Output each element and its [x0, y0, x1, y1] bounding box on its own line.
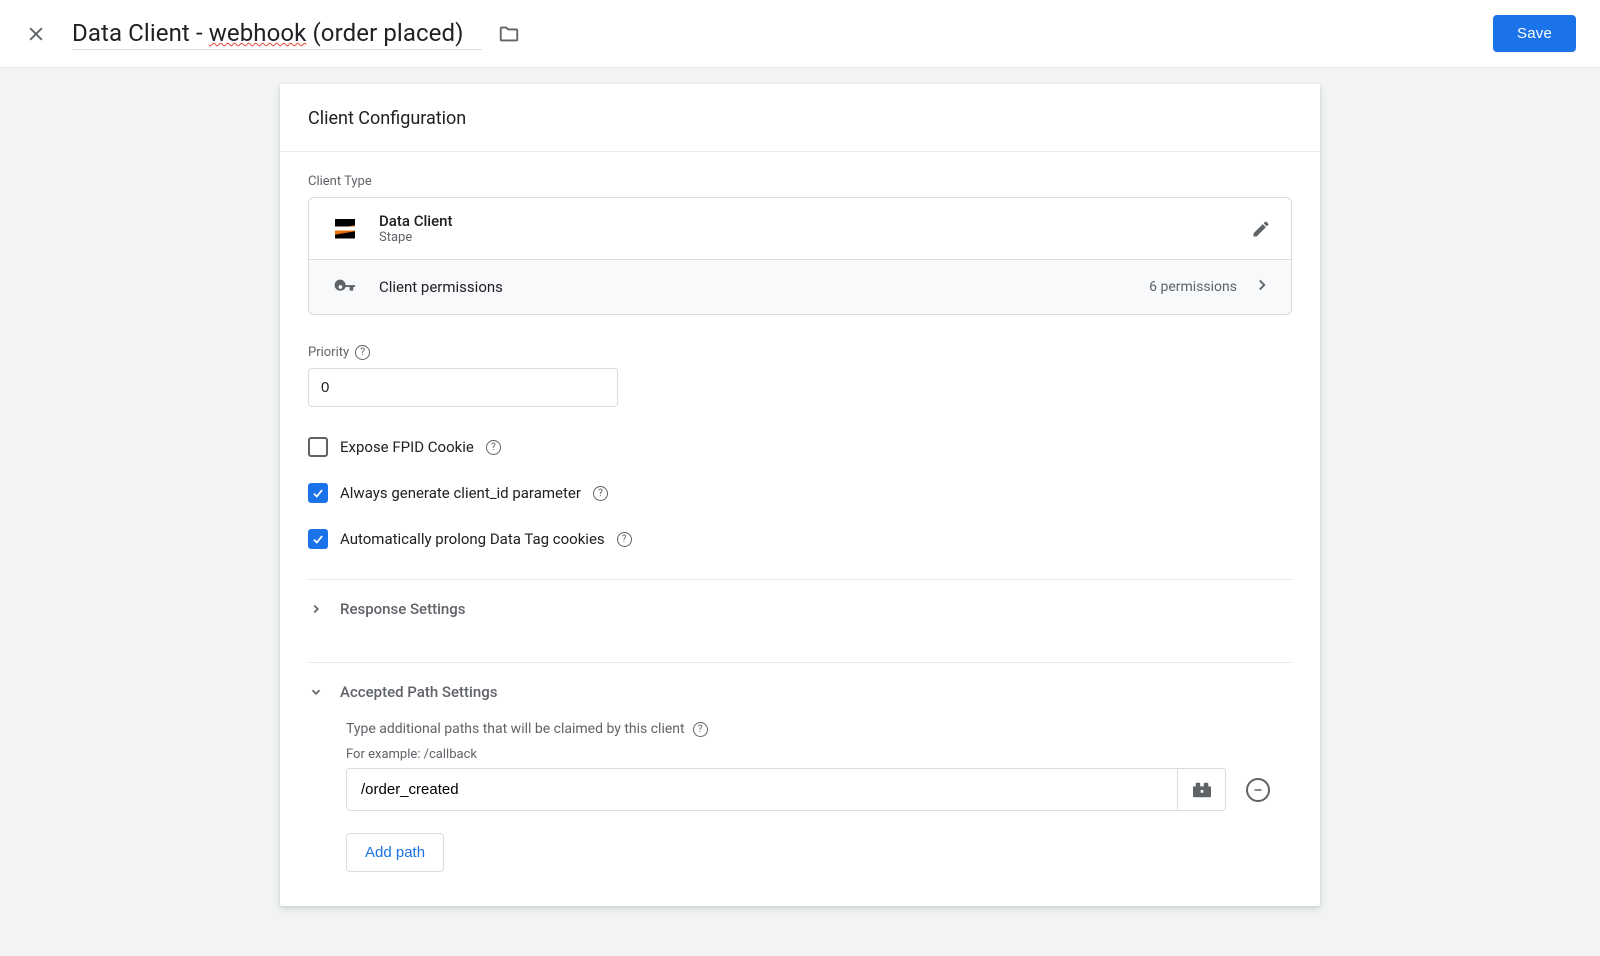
- card-body: Client Type Data Client Stape: [280, 152, 1320, 906]
- client-type-label: Client Type: [308, 174, 1292, 189]
- help-icon[interactable]: ?: [355, 345, 370, 360]
- permissions-row[interactable]: Client permissions 6 permissions: [309, 259, 1291, 314]
- save-button[interactable]: Save: [1493, 15, 1576, 52]
- priority-label-text: Priority: [308, 345, 349, 360]
- path-settings-toggle[interactable]: Accepted Path Settings: [308, 663, 1292, 721]
- checkbox-group: Expose FPID Cookie ? Always generate cli…: [308, 431, 1292, 555]
- help-icon[interactable]: ?: [486, 440, 501, 455]
- stape-icon: [329, 213, 361, 245]
- priority-input[interactable]: [308, 368, 618, 407]
- help-icon[interactable]: ?: [593, 486, 608, 501]
- title-prefix: Data Client -: [72, 19, 209, 47]
- checkbox-label-fpid: Expose FPID Cookie: [340, 438, 474, 456]
- path-input[interactable]: [347, 769, 1177, 810]
- permissions-label: Client permissions: [379, 278, 1149, 296]
- remove-path-button[interactable]: [1246, 778, 1270, 802]
- help-icon[interactable]: ?: [617, 532, 632, 547]
- path-field: [346, 768, 1226, 811]
- client-type-box: Data Client Stape Client permissions 6 p…: [308, 197, 1292, 315]
- paths-hint-row: Type additional paths that will be claim…: [346, 721, 1292, 737]
- checkbox-label-prolong: Automatically prolong Data Tag cookies: [340, 530, 605, 548]
- checkbox-row-prolong: Automatically prolong Data Tag cookies ?: [308, 523, 1292, 555]
- priority-label: Priority ?: [308, 345, 1292, 360]
- minus-icon: [1252, 784, 1264, 796]
- title-underlined: webhook: [209, 19, 307, 47]
- paths-body: Type additional paths that will be claim…: [308, 721, 1292, 876]
- variable-picker-button[interactable]: [1177, 769, 1225, 810]
- help-icon[interactable]: ?: [693, 722, 708, 737]
- title-input[interactable]: Data Client - webhook (order placed): [72, 17, 482, 50]
- checkbox-prolong[interactable]: [308, 529, 328, 549]
- pencil-icon[interactable]: [1251, 219, 1271, 239]
- chevron-down-icon: [308, 685, 324, 699]
- chevron-right-icon: [1253, 276, 1271, 298]
- key-icon: [329, 276, 361, 298]
- permissions-count: 6 permissions: [1149, 279, 1237, 295]
- add-path-button[interactable]: Add path: [346, 833, 444, 872]
- config-card: Client Configuration Client Type Data Cl…: [280, 84, 1320, 906]
- checkbox-row-fpid: Expose FPID Cookie ?: [308, 431, 1292, 463]
- priority-block: Priority ?: [308, 345, 1292, 407]
- checkbox-fpid[interactable]: [308, 437, 328, 457]
- path-settings-title: Accepted Path Settings: [340, 683, 497, 701]
- response-settings-toggle[interactable]: Response Settings: [308, 580, 1292, 638]
- path-row: [346, 768, 1292, 811]
- lego-icon: [1191, 781, 1213, 799]
- title-suffix: (order placed): [306, 19, 463, 47]
- close-icon: [26, 24, 46, 44]
- checkbox-label-clientid: Always generate client_id parameter: [340, 484, 581, 502]
- title-wrap: Data Client - webhook (order placed): [72, 17, 1493, 50]
- paths-example: For example: /callback: [346, 747, 1292, 762]
- checkbox-row-clientid: Always generate client_id parameter ?: [308, 477, 1292, 509]
- chevron-right-icon: [308, 602, 324, 616]
- response-settings-title: Response Settings: [340, 600, 465, 618]
- top-bar: Data Client - webhook (order placed) Sav…: [0, 0, 1600, 68]
- checkbox-clientid[interactable]: [308, 483, 328, 503]
- client-vendor: Stape: [379, 230, 1251, 245]
- client-name: Data Client: [379, 212, 1251, 230]
- client-type-row: Data Client Stape: [309, 198, 1291, 259]
- paths-hint: Type additional paths that will be claim…: [346, 721, 685, 737]
- folder-icon[interactable]: [498, 23, 520, 45]
- page-background: Client Configuration Client Type Data Cl…: [0, 68, 1600, 956]
- card-title: Client Configuration: [280, 84, 1320, 152]
- close-button[interactable]: [24, 22, 48, 46]
